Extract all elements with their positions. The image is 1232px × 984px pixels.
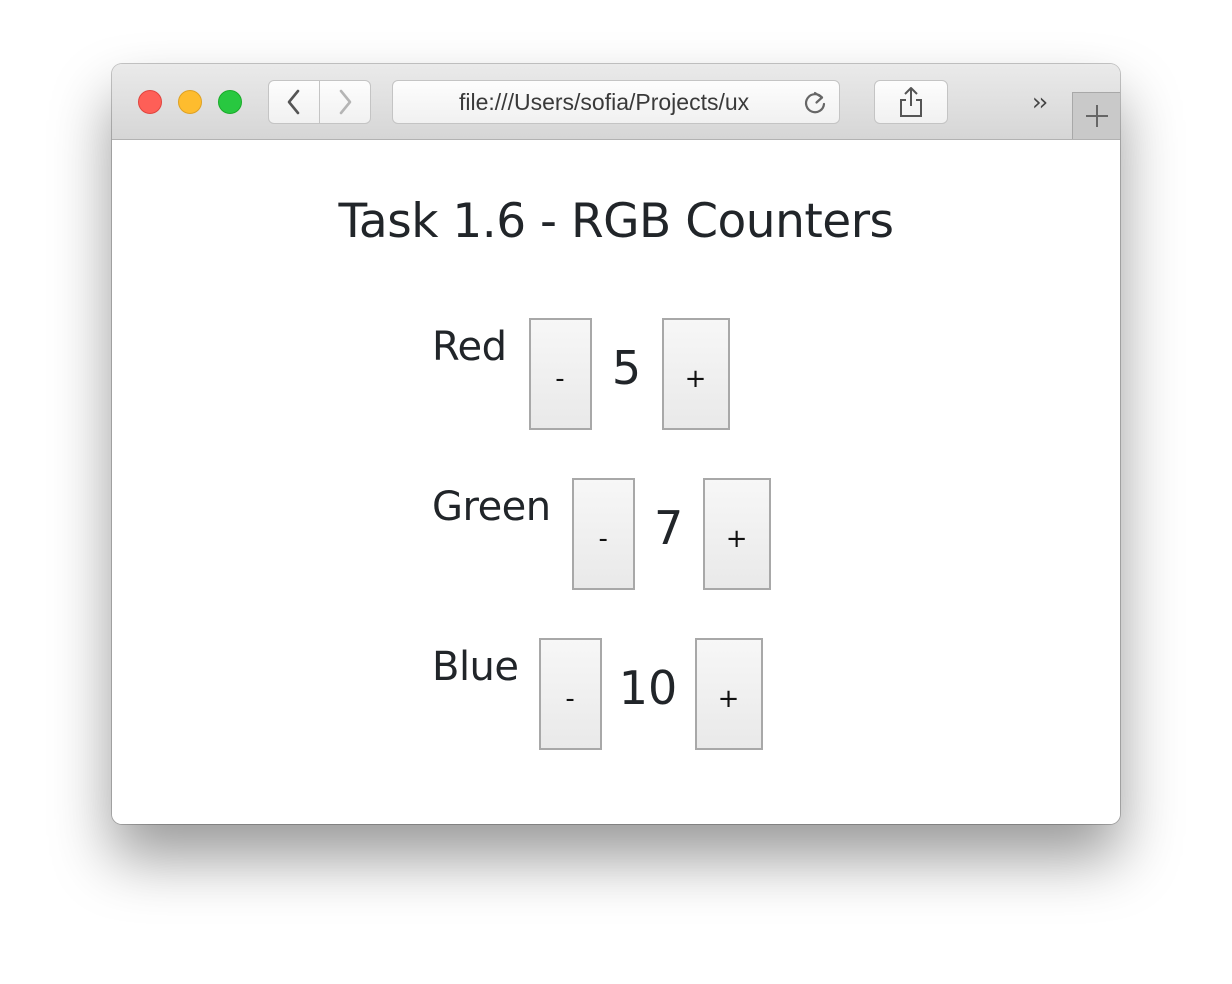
blue-decrement-button[interactable]: - [538,638,602,750]
counter-green: Green - 7 + [432,478,771,590]
page-title: Task 1.6 - RGB Counters [338,194,894,249]
counter-blue: Blue - 10 + [432,638,763,750]
browser-toolbar: file:///Users/sofia/Projects/ux ›› [112,64,1120,140]
green-increment-button[interactable]: + [702,478,771,590]
page-content: Task 1.6 - RGB Counters Red - 5 + Green … [112,140,1120,824]
blue-increment-button[interactable]: + [694,638,763,750]
new-tab-button[interactable] [1072,92,1120,139]
counter-red: Red - 5 + [432,318,730,430]
chevron-right-icon [339,89,352,115]
back-button[interactable] [268,80,320,124]
reload-icon[interactable] [801,89,829,117]
counter-label: Green [432,484,551,530]
counter-value: 5 [611,341,642,395]
close-window-button[interactable] [138,90,162,114]
minimize-window-button[interactable] [178,90,202,114]
counter-value: 10 [618,661,678,715]
counter-label: Blue [432,644,519,690]
red-decrement-button[interactable]: - [528,318,592,430]
counter-value: 7 [654,501,684,555]
plus-icon [1085,105,1108,127]
share-icon [900,87,922,117]
share-button[interactable] [874,80,948,124]
url-text: file:///Users/sofia/Projects/ux [459,88,750,115]
browser-window: file:///Users/sofia/Projects/ux ›› Task … [112,64,1120,824]
forward-button[interactable] [319,80,371,124]
overflow-icon[interactable]: ›› [1032,88,1048,116]
chevron-left-icon [287,89,300,115]
address-bar[interactable]: file:///Users/sofia/Projects/ux [392,80,840,124]
counter-label: Red [432,324,507,370]
green-decrement-button[interactable]: - [571,478,635,590]
maximize-window-button[interactable] [218,90,242,114]
red-increment-button[interactable]: + [661,318,730,430]
